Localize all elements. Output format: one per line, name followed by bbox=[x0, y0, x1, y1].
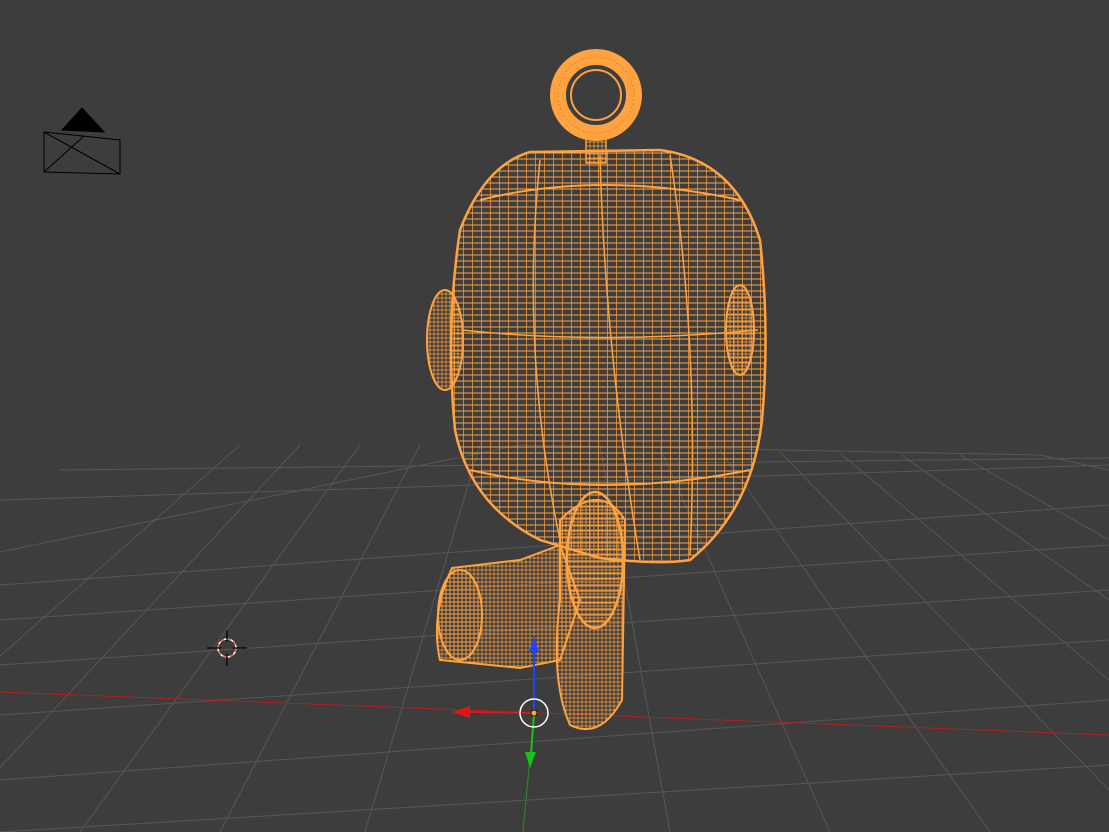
gizmo-x-arrow[interactable] bbox=[452, 706, 470, 718]
gizmo-y-arrow[interactable] bbox=[525, 752, 536, 768]
object-origin bbox=[530, 709, 538, 717]
viewport-canvas[interactable] bbox=[0, 0, 1109, 832]
3d-viewport[interactable] bbox=[0, 0, 1109, 832]
3d-cursor-icon[interactable] bbox=[207, 630, 247, 666]
gizmo-y-axis[interactable] bbox=[530, 713, 535, 755]
mesh-ring bbox=[550, 49, 642, 141]
camera-icon[interactable] bbox=[43, 107, 121, 175]
gizmo-x-axis[interactable] bbox=[467, 711, 535, 714]
wireframe-mesh[interactable] bbox=[426, 49, 767, 730]
